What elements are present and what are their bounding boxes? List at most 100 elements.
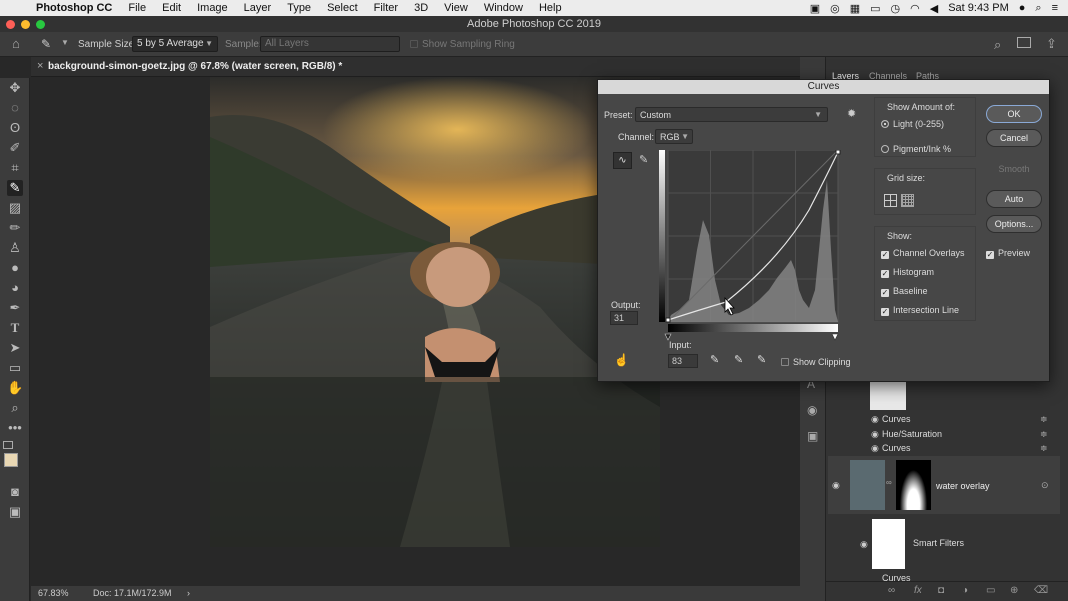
- layer-mask-thumbnail[interactable]: [896, 460, 931, 510]
- input-field[interactable]: 83: [668, 354, 698, 368]
- menu-view[interactable]: View: [436, 2, 476, 14]
- hand-tool-icon[interactable]: ✋: [7, 380, 23, 396]
- pigment-radio[interactable]: Pigment/Ink %: [881, 144, 951, 154]
- menu-edit[interactable]: Edit: [154, 2, 189, 14]
- menu-filter[interactable]: Filter: [366, 2, 406, 14]
- document-tab[interactable]: × background-simon-goetz.jpg @ 67.8% (wa…: [31, 57, 801, 77]
- more-tools-icon[interactable]: •••: [7, 420, 23, 436]
- dodge-tool-icon[interactable]: ◕: [7, 280, 23, 296]
- menu-window[interactable]: Window: [476, 2, 531, 14]
- cancel-button[interactable]: Cancel: [986, 129, 1042, 147]
- share-icon[interactable]: ⇪: [1046, 36, 1057, 52]
- creative-cloud-icon[interactable]: ◎: [830, 2, 840, 15]
- search-icon[interactable]: ⌕: [994, 37, 1001, 53]
- lasso-tool-icon[interactable]: ʘ: [7, 120, 23, 136]
- zoom-tool-icon[interactable]: ⌕: [7, 400, 23, 416]
- pen-tool-icon[interactable]: ✒: [7, 300, 23, 316]
- channel-overlays-checkbox[interactable]: ✓ Channel Overlays: [881, 248, 965, 259]
- sample-layers-select[interactable]: All Layers: [260, 36, 400, 52]
- volume-icon[interactable]: ◀: [930, 2, 938, 15]
- healing-brush-tool-icon[interactable]: ▨: [7, 200, 23, 216]
- zoom-level[interactable]: 67.83%: [38, 588, 69, 598]
- link-layers-icon[interactable]: ∞: [888, 585, 895, 596]
- menu-select[interactable]: Select: [319, 2, 366, 14]
- menu-type[interactable]: Type: [279, 2, 319, 14]
- spotlight-icon[interactable]: ⌕: [1035, 2, 1041, 15]
- adjustment-layer-icon[interactable]: ◑: [962, 585, 968, 596]
- intersection-line-checkbox[interactable]: ✓ Intersection Line: [881, 305, 959, 316]
- menu-3d[interactable]: 3D: [406, 2, 436, 14]
- marquee-tool-icon[interactable]: ◌: [7, 100, 23, 116]
- rectangle-tool-icon[interactable]: ▭: [7, 360, 23, 376]
- move-tool-icon[interactable]: ✥: [7, 80, 23, 96]
- menu-app-name[interactable]: Photoshop CC: [28, 2, 120, 14]
- auto-button[interactable]: Auto: [986, 190, 1042, 208]
- gear-icon[interactable]: ✹: [847, 107, 856, 120]
- eye-icon[interactable]: ◉: [860, 539, 868, 550]
- quick-selection-tool-icon[interactable]: ✐: [7, 140, 23, 156]
- link-icon[interactable]: ∞: [886, 478, 892, 487]
- foreground-color-swatch[interactable]: [4, 453, 18, 467]
- brush-tool-icon[interactable]: ✏: [7, 220, 23, 236]
- menu-help[interactable]: Help: [531, 2, 570, 14]
- menu-file[interactable]: File: [120, 2, 154, 14]
- crop-tool-icon[interactable]: ⌗: [7, 160, 23, 176]
- eye-icon[interactable]: ◉: [871, 443, 879, 454]
- home-icon[interactable]: ⌂: [12, 36, 20, 51]
- doc-size[interactable]: Doc: 17.1M/172.9M: [93, 588, 172, 598]
- new-layer-icon[interactable]: ⊕: [1010, 585, 1018, 596]
- type-tool-icon[interactable]: T: [7, 320, 23, 336]
- zoom-window-button[interactable]: [36, 20, 45, 29]
- filter-options-icon[interactable]: ≑: [1040, 414, 1048, 425]
- wifi-icon[interactable]: ◠: [910, 2, 920, 15]
- clock-text[interactable]: Sat 9:43 PM: [948, 2, 1009, 14]
- channel-dropdown[interactable]: RGB ▼: [655, 129, 693, 144]
- show-clipping-checkbox[interactable]: Show Clipping: [781, 357, 851, 367]
- trash-icon[interactable]: ⌫: [1034, 585, 1048, 596]
- smart-filters-thumbnail[interactable]: [872, 519, 905, 569]
- preview-checkbox[interactable]: ✓ Preview: [986, 248, 1030, 259]
- chevron-right-icon[interactable]: ›: [187, 588, 190, 598]
- black-eyedropper-icon[interactable]: ✎: [710, 353, 719, 366]
- close-window-button[interactable]: [6, 20, 15, 29]
- gray-eyedropper-icon[interactable]: ✎: [734, 353, 743, 366]
- eyedropper-tool-icon[interactable]: ✎: [7, 180, 23, 196]
- histogram-checkbox[interactable]: ✓ Histogram: [881, 267, 934, 278]
- smart-object-thumbnail[interactable]: [870, 382, 906, 410]
- keyboard-icon[interactable]: ▦: [850, 2, 860, 15]
- pencil-tool-icon[interactable]: ✎: [639, 153, 648, 166]
- document-image[interactable]: [210, 77, 660, 547]
- preset-dropdown[interactable]: Custom ▼: [635, 107, 828, 122]
- path-selection-tool-icon[interactable]: ➤: [7, 340, 23, 356]
- eyedropper-preset-icon[interactable]: ✎: [41, 37, 51, 51]
- screen-icon[interactable]: ▭: [870, 2, 880, 15]
- adjustments-panel-icon[interactable]: ▣: [807, 429, 818, 443]
- list-icon[interactable]: ≡: [1052, 2, 1058, 14]
- 3d-panel-icon[interactable]: ◉: [807, 403, 817, 417]
- camera-icon[interactable]: ▣: [810, 2, 820, 15]
- quick-mask-icon[interactable]: ◙: [7, 484, 23, 500]
- curve-points-tool-icon[interactable]: ∿: [613, 152, 632, 169]
- output-field[interactable]: 31: [610, 311, 638, 325]
- minimize-window-button[interactable]: [21, 20, 30, 29]
- fx-icon[interactable]: fx: [914, 585, 922, 596]
- blur-tool-icon[interactable]: ●: [7, 260, 23, 276]
- eye-icon[interactable]: ◉: [871, 414, 879, 425]
- options-button[interactable]: Options...: [986, 215, 1042, 233]
- smart-object-icon[interactable]: ⊙: [1041, 480, 1049, 491]
- layer-thumbnail[interactable]: [850, 460, 885, 510]
- mask-icon[interactable]: ◘: [938, 585, 944, 596]
- clone-stamp-tool-icon[interactable]: ♙: [7, 240, 23, 256]
- filter-options-icon[interactable]: ≑: [1040, 429, 1048, 440]
- menu-layer[interactable]: Layer: [236, 2, 280, 14]
- menu-image[interactable]: Image: [189, 2, 236, 14]
- simple-grid-icon[interactable]: [884, 194, 897, 207]
- detailed-grid-icon[interactable]: [901, 194, 914, 207]
- chevron-down-icon[interactable]: ▼: [61, 38, 69, 47]
- curves-graph[interactable]: [659, 150, 842, 342]
- workspace-icon[interactable]: [1017, 37, 1031, 48]
- default-colors-icon[interactable]: [3, 441, 13, 449]
- close-icon[interactable]: ×: [37, 60, 43, 72]
- time-machine-icon[interactable]: ◷: [891, 2, 901, 15]
- on-image-adjustment-icon[interactable]: ☝: [614, 353, 629, 367]
